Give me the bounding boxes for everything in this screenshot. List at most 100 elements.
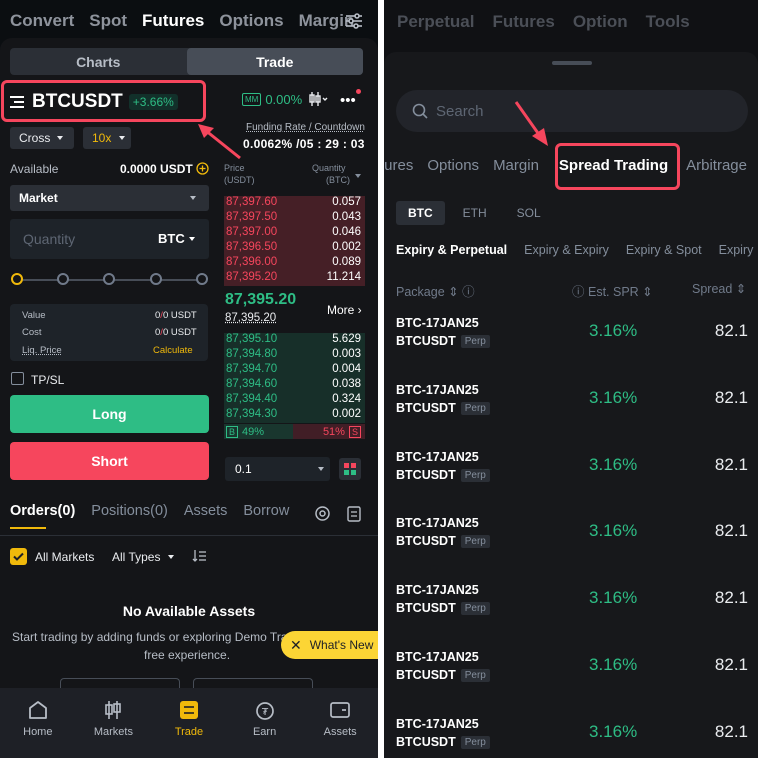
nav-earn[interactable]: ₮ Earn <box>227 688 303 758</box>
tab-borrow[interactable]: Borrow <box>243 503 289 519</box>
checkmark-icon <box>13 552 24 561</box>
coin-sol[interactable]: SOL <box>505 201 553 225</box>
coin-btc[interactable]: BTC <box>396 201 445 225</box>
leverage-select[interactable]: 10x <box>83 127 131 149</box>
depth-step-select[interactable]: 0.1 <box>225 457 330 481</box>
bid-row[interactable]: 87,394.70 0.004 <box>224 363 365 378</box>
nav-perpetual[interactable]: Perpetual <box>397 12 474 32</box>
nav-futures[interactable]: Futures <box>142 11 204 31</box>
package-row[interactable]: BTC-17JAN25 BTCUSDT Perp 3.16% 82.1 <box>384 650 758 716</box>
amount-slider[interactable] <box>11 273 208 285</box>
nav-convert[interactable]: Convert <box>10 11 74 31</box>
cost-label: Cost <box>22 327 42 338</box>
settings-icon[interactable] <box>344 11 364 31</box>
leg2: BTCUSDT Perp <box>396 668 490 682</box>
package-header[interactable]: Package ⇕ ⓘ <box>396 281 475 300</box>
candlestick-icon[interactable] <box>309 91 329 107</box>
nav-futures[interactable]: Futures <box>492 12 554 32</box>
mark-price[interactable]: 87,395.20 <box>225 312 276 324</box>
ask-row[interactable]: 87,395.20 11.214 <box>224 271 365 286</box>
depth-step-value: 0.1 <box>235 462 252 476</box>
more-options-icon[interactable]: ••• <box>340 92 356 109</box>
est-spr: 3.16% <box>589 588 638 607</box>
tab-expiry-perpetual[interactable]: Expiry & Perpetual <box>396 243 507 257</box>
leg1: BTC-17JAN25 <box>396 450 479 464</box>
spread-value: 82.1 <box>714 655 748 674</box>
liq-price-label[interactable]: Liq. Price <box>22 345 62 356</box>
short-button[interactable]: Short <box>10 442 209 480</box>
all-markets-checkbox[interactable] <box>10 548 27 565</box>
nav-tools[interactable]: Tools <box>646 12 690 32</box>
add-funds-icon[interactable] <box>196 162 209 175</box>
orderbook-layout-icon[interactable] <box>339 458 361 480</box>
nav-options[interactable]: Options <box>219 11 283 31</box>
slider-step[interactable] <box>57 273 69 285</box>
markets-icon <box>105 701 122 719</box>
tab-orders[interactable]: Orders(0) <box>10 503 75 519</box>
bid-row[interactable]: 87,394.40 0.324 <box>224 393 365 408</box>
tab-charts[interactable]: Charts <box>10 48 187 75</box>
drag-handle[interactable] <box>552 61 592 65</box>
ask-row[interactable]: 87,396.50 0.002 <box>224 241 365 256</box>
tab-assets[interactable]: Assets <box>184 503 228 519</box>
nav-trade[interactable]: Trade <box>151 688 227 758</box>
funding-label[interactable]: Funding Rate / Countdown <box>246 122 365 133</box>
nav-option[interactable]: Option <box>573 12 628 32</box>
bid-row[interactable]: 87,394.30 0.002 <box>224 408 365 423</box>
sort-icon[interactable] <box>192 549 207 562</box>
more-link[interactable]: More › <box>327 303 362 317</box>
ask-row[interactable]: 87,397.50 0.043 <box>224 211 365 226</box>
whats-new-toast[interactable]: ✕ What's New <box>281 631 378 659</box>
package-row[interactable]: BTC-17JAN25 BTCUSDT Perp 3.16% 82.1 <box>384 316 758 382</box>
bid-row[interactable]: 87,395.10 5.629 <box>224 333 365 348</box>
quantity-input[interactable]: Quantity BTC <box>10 219 209 259</box>
est-spr: 3.16% <box>589 521 638 540</box>
svg-text:₮: ₮ <box>261 707 268 718</box>
tab-expiry-more[interactable]: Expiry <box>719 243 754 257</box>
margin-mode-select[interactable]: Cross <box>10 127 74 149</box>
tab-options[interactable]: Options <box>427 157 479 174</box>
coin-eth[interactable]: ETH <box>451 201 499 225</box>
all-types-select[interactable]: All Types <box>112 550 160 564</box>
mm-ratio[interactable]: MM 0.00% <box>242 92 302 107</box>
bid-row[interactable]: 87,394.80 0.003 <box>224 348 365 363</box>
package-row[interactable]: BTC-17JAN25 BTCUSDT Perp 3.16% 82.1 <box>384 583 758 649</box>
tab-trade[interactable]: Trade <box>186 48 363 75</box>
ask-row[interactable]: 87,396.00 0.089 <box>224 256 365 271</box>
order-history-icon[interactable] <box>347 506 361 522</box>
package-row[interactable]: BTC-17JAN25 BTCUSDT Perp 3.16% 82.1 <box>384 450 758 516</box>
slider-step[interactable] <box>150 273 162 285</box>
mm-value: 0.00% <box>265 92 303 107</box>
ask-row[interactable]: 87,397.60 0.057 <box>224 196 365 211</box>
nav-home[interactable]: Home <box>0 688 76 758</box>
order-type-select[interactable]: Market <box>10 185 209 211</box>
nav-markets[interactable]: Markets <box>76 688 152 758</box>
est-spr-header[interactable]: ⓘ Est. SPR ⇕ <box>572 281 653 300</box>
slider-step[interactable] <box>196 273 208 285</box>
slider-step[interactable] <box>103 273 115 285</box>
slider-knob[interactable] <box>11 273 23 285</box>
tab-futures[interactable]: tures <box>384 157 413 174</box>
nav-assets[interactable]: Assets <box>302 688 378 758</box>
tab-margin[interactable]: Margin <box>493 157 539 174</box>
quantity-unit[interactable]: BTC <box>158 231 185 246</box>
tab-positions[interactable]: Positions(0) <box>91 503 168 519</box>
bid-row[interactable]: 87,394.60 0.038 <box>224 378 365 393</box>
package-row[interactable]: BTC-17JAN25 BTCUSDT Perp 3.16% 82.1 <box>384 717 758 758</box>
ask-row[interactable]: 87,397.00 0.046 <box>224 226 365 241</box>
search-input[interactable]: Search <box>396 90 748 132</box>
nav-spot[interactable]: Spot <box>89 11 127 31</box>
close-icon[interactable]: ✕ <box>290 637 302 654</box>
tpsl-checkbox[interactable] <box>11 372 24 385</box>
charts-trade-toggle: Charts Trade <box>10 48 363 75</box>
settings-gear-icon[interactable] <box>314 505 331 522</box>
package-row[interactable]: BTC-17JAN25 BTCUSDT Perp 3.16% 82.1 <box>384 383 758 449</box>
chevron-down-icon[interactable] <box>355 174 361 178</box>
tab-expiry-spot[interactable]: Expiry & Spot <box>626 243 702 257</box>
tab-arbitrage[interactable]: Arbitrage <box>686 157 747 174</box>
tab-expiry-expiry[interactable]: Expiry & Expiry <box>524 243 609 257</box>
calculate-link[interactable]: Calculate <box>153 345 193 356</box>
package-row[interactable]: BTC-17JAN25 BTCUSDT Perp 3.16% 82.1 <box>384 516 758 582</box>
spread-header[interactable]: Spread ⇕ <box>692 281 746 296</box>
long-button[interactable]: Long <box>10 395 209 433</box>
